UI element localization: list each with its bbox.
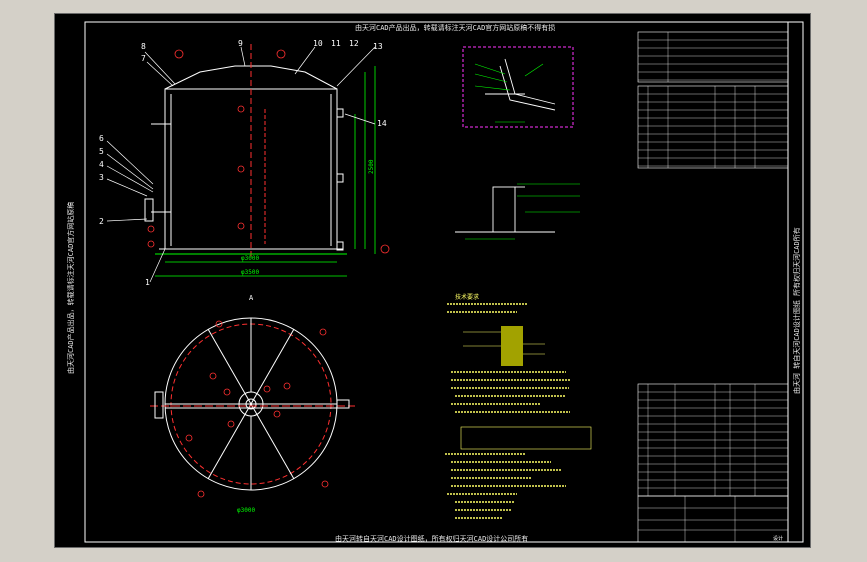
notes-header: 技术要求 (455, 293, 479, 301)
callout-3: 3 (99, 173, 104, 182)
callout-4: 4 (99, 160, 104, 169)
dimension-height: 2500 (368, 159, 375, 174)
callout-9: 9 (238, 39, 243, 48)
tank-plan-view (150, 317, 355, 491)
dimension-width-inner: φ3000 (241, 255, 259, 262)
callout-11: 11 (331, 39, 341, 48)
callout-2: 2 (99, 217, 104, 226)
callout-14: 14 (377, 119, 387, 128)
callout-7: 7 (141, 54, 146, 63)
banner-left: 由天河CAD产品出品，转载请标注天河CAD官方网站原稿 (66, 202, 75, 374)
banner-right: 由天河 转自天河CAD设计图纸 所有权归天河CAD所有 (792, 227, 801, 394)
nozzle-left (144, 198, 154, 222)
nozzle-right (336, 108, 344, 118)
table-grid (638, 32, 788, 542)
tank-elevation-view (144, 44, 347, 259)
drawing-canvas: 由天河CAD产品出品，转载请标注天河CAD官方网站原稿不得有损 由天河转自天河C… (66, 21, 804, 543)
weld-detail (455, 186, 555, 233)
title-block (637, 495, 789, 543)
callout-8: 8 (141, 42, 146, 51)
notes-table (460, 426, 592, 450)
title-block-label: 设计 (773, 535, 783, 542)
banner-bottom: 由天河转自天河CAD设计图纸，所有权归天河CAD设计公司所有 (335, 534, 528, 543)
insulation-section (501, 326, 523, 366)
plan-diameter-label: φ3000 (237, 507, 255, 514)
drawing-sheet: 由天河CAD产品出品，转载请标注天河CAD官方网站原稿不得有损 由天河转自天河C… (54, 13, 811, 548)
plan-nozzle-left (154, 391, 164, 419)
callout-leaders (106, 46, 376, 283)
banner-top: 由天河CAD产品出品，转载请标注天河CAD官方网站原稿不得有损 (355, 23, 555, 32)
callout-12: 12 (349, 39, 359, 48)
callout-10: 10 (313, 39, 323, 48)
callout-13: 13 (373, 42, 383, 51)
nozzle-table (637, 85, 789, 169)
dimension-width-outer: φ3500 (241, 269, 259, 276)
callout-5: 5 (99, 147, 104, 156)
elevation-markers (147, 49, 390, 254)
design-data-table (637, 31, 789, 83)
callout-6: 6 (99, 134, 104, 143)
view-label-plan: A (249, 294, 254, 302)
plan-nozzle-right (336, 399, 350, 409)
nozzle-right-mid (336, 173, 344, 183)
detail-frame (462, 46, 574, 128)
right-tables (637, 31, 789, 543)
detail-geometry (485, 58, 556, 111)
weld-detail-labels (465, 183, 580, 240)
callout-1: 1 (145, 278, 150, 287)
